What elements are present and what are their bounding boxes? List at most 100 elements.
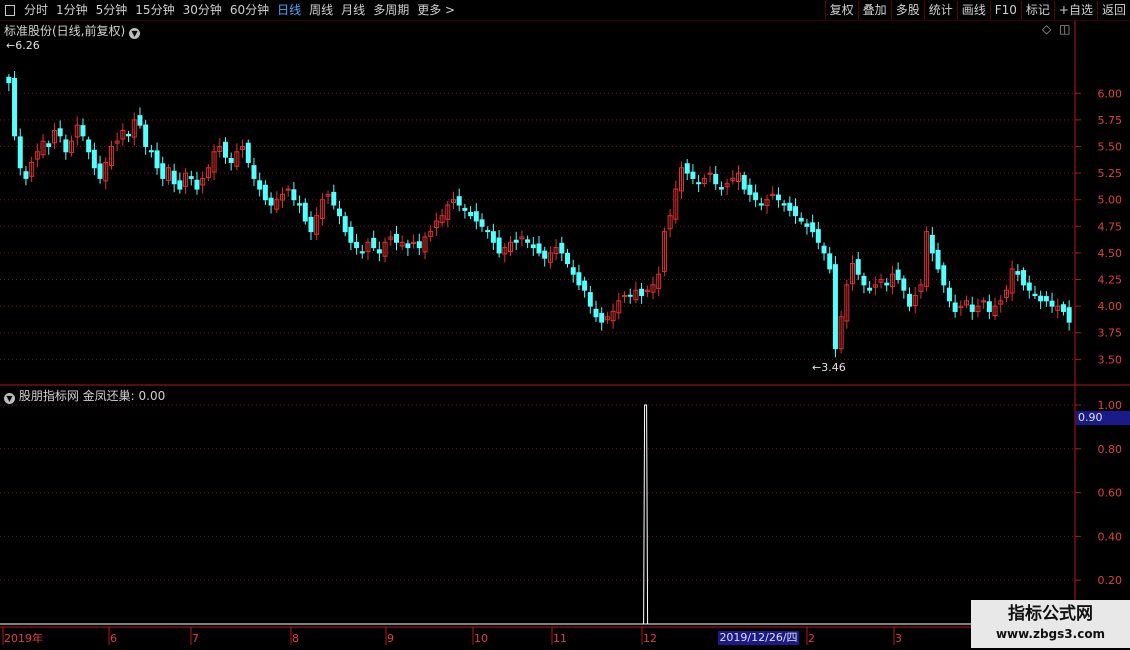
candle-body xyxy=(97,163,103,179)
candle-body xyxy=(268,197,274,206)
candle-body xyxy=(718,187,724,190)
candle-body xyxy=(302,202,308,222)
candle-body xyxy=(810,222,816,233)
candle-body xyxy=(827,253,833,270)
date-label: 7 xyxy=(192,632,199,645)
candle-body xyxy=(245,142,251,163)
candle-body xyxy=(861,275,867,286)
candle-body xyxy=(758,203,764,206)
candle-body xyxy=(177,180,183,190)
candle-body xyxy=(1043,296,1049,302)
price-tick-label: 5.00 xyxy=(1098,194,1123,207)
candle-body xyxy=(160,163,166,179)
candle-body xyxy=(297,203,303,206)
candle-body xyxy=(57,128,63,137)
candle-body xyxy=(462,207,468,211)
watermark-url: www.zbgs3.com xyxy=(995,627,1106,641)
indicator-tick-label: 0.80 xyxy=(1098,443,1123,456)
indicator-tick-label: 0.40 xyxy=(1098,530,1123,543)
candle-body xyxy=(582,280,588,291)
candle-body xyxy=(17,136,23,169)
candle-body xyxy=(599,313,605,323)
candle-body xyxy=(63,139,69,153)
candle-body xyxy=(832,264,838,350)
candle-body xyxy=(148,150,154,153)
candle-body xyxy=(901,278,907,291)
candle-body xyxy=(473,211,479,222)
candle-body xyxy=(416,241,422,249)
indicator-cursor-value: 0.90 xyxy=(1076,411,1130,425)
price-tick-label: 3.75 xyxy=(1098,327,1123,340)
candle-body xyxy=(228,157,234,163)
candle-body xyxy=(91,149,97,169)
candle-body xyxy=(867,287,873,291)
candle-body xyxy=(12,77,18,137)
candle-body xyxy=(126,133,132,137)
candle-body xyxy=(815,229,821,243)
watermark-title: 指标公式网 xyxy=(1008,604,1093,624)
candle-body xyxy=(696,182,702,185)
candle-body xyxy=(935,249,941,270)
candle-body xyxy=(331,191,337,206)
candle-body xyxy=(946,287,952,302)
candle-body xyxy=(405,243,411,249)
candle-body xyxy=(291,189,297,201)
indicator-tick-label: 0.20 xyxy=(1098,574,1123,587)
cursor-date: 2019/12/26/四 xyxy=(718,631,799,645)
date-label: 11 xyxy=(553,632,567,645)
price-tick-label: 5.75 xyxy=(1098,114,1123,127)
candle-body xyxy=(251,165,257,179)
high-price-label: ←6.26 xyxy=(6,39,40,52)
candle-body xyxy=(1026,282,1032,291)
candle-body xyxy=(143,124,149,147)
date-label: 12 xyxy=(643,632,657,645)
candle-body xyxy=(376,249,382,254)
watermark: 指标公式网 www.zbgs3.com xyxy=(971,600,1130,648)
candle-body xyxy=(336,208,342,217)
candle-body xyxy=(456,196,462,206)
candle-body xyxy=(907,293,913,307)
candle-body xyxy=(1021,270,1027,286)
candle-body xyxy=(1038,295,1044,302)
candle-body xyxy=(171,170,177,185)
low-price-label: ←3.46 xyxy=(812,361,846,374)
candle-body xyxy=(969,304,975,312)
candle-body xyxy=(536,243,542,254)
indicator-tick-label: 0.60 xyxy=(1098,487,1123,500)
candle-body xyxy=(565,252,570,265)
candle-body xyxy=(80,125,86,137)
kline-chart[interactable]: 6.00 5.75 5.50 5.25 5.00 4.75 4.50 4.25 4.00 3.75… xyxy=(0,0,1130,650)
candle-body xyxy=(741,175,747,190)
candle-body xyxy=(371,237,377,249)
candle-body xyxy=(188,176,194,179)
candle-body xyxy=(354,241,360,249)
candle-body xyxy=(593,308,599,318)
date-label: 8 xyxy=(292,632,299,645)
date-label: 2 xyxy=(808,632,815,645)
date-label: 6 xyxy=(110,632,117,645)
candle-body xyxy=(639,288,645,296)
candle-body xyxy=(855,259,861,275)
price-tick-label: 5.50 xyxy=(1098,140,1123,153)
candle-body xyxy=(485,230,491,233)
price-tick-label: 4.00 xyxy=(1098,300,1123,313)
candle-body xyxy=(194,179,200,190)
candle-body xyxy=(587,292,593,307)
candle-body xyxy=(576,272,582,286)
candle-body xyxy=(1060,304,1066,312)
date-label: 9 xyxy=(387,632,394,645)
date-label: 10 xyxy=(474,632,488,645)
date-label: 3 xyxy=(895,632,902,645)
price-tick-label: 3.50 xyxy=(1098,353,1123,366)
date-label: 2019年 xyxy=(4,631,43,645)
candle-body xyxy=(525,239,531,243)
candle-body xyxy=(1066,307,1072,323)
candle-body xyxy=(468,211,474,217)
price-tick-label: 4.50 xyxy=(1098,247,1123,260)
candle-body xyxy=(542,250,548,259)
candle-body xyxy=(348,226,354,243)
candle-body xyxy=(684,163,690,174)
candle-body xyxy=(1015,271,1021,275)
candle-body xyxy=(490,231,496,243)
candle-body xyxy=(713,173,719,185)
